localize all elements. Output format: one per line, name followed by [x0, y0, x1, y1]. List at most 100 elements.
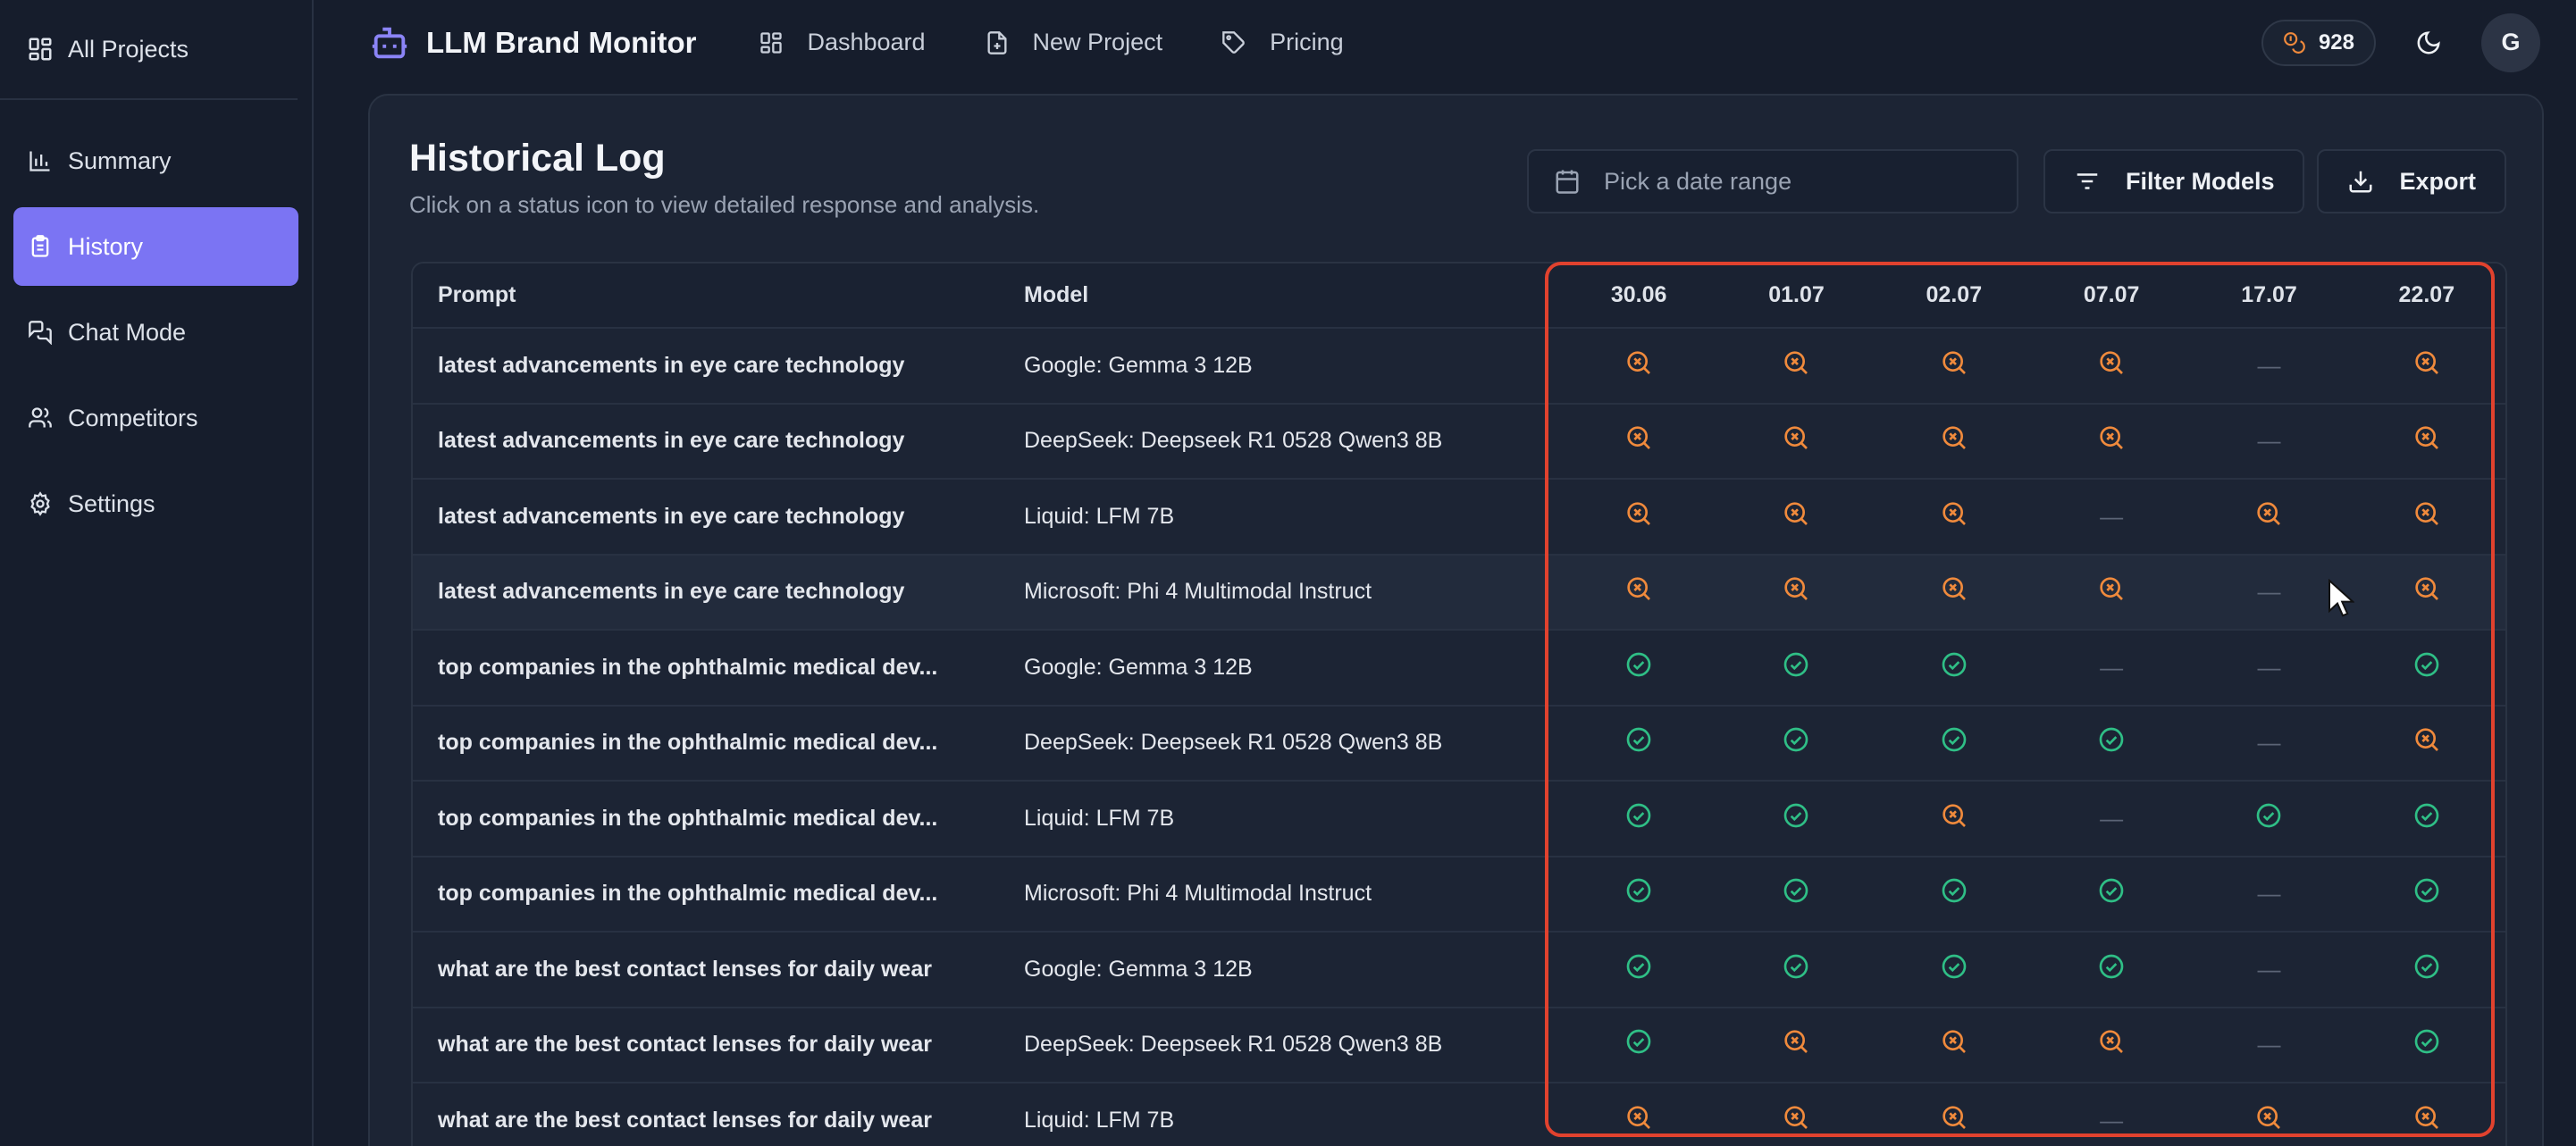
status-fail-icon[interactable]: [1782, 574, 1810, 603]
status-fail-icon[interactable]: [1624, 348, 1653, 377]
sidebar-item-summary[interactable]: Summary: [13, 121, 298, 200]
status-fail-icon[interactable]: [1782, 499, 1810, 528]
nav-dashboard[interactable]: Dashboard: [759, 29, 926, 56]
status-success-icon[interactable]: [2097, 876, 2126, 905]
status-success-icon[interactable]: [1782, 801, 1810, 830]
status-fail-icon[interactable]: [1624, 574, 1653, 603]
nav-new-project[interactable]: New Project: [985, 29, 1162, 56]
status-empty-dash: —: [2257, 653, 2281, 681]
status-success-icon[interactable]: [1940, 876, 1968, 905]
model-cell: DeepSeek: Deepseek R1 0528 Qwen3 8B: [1006, 403, 1560, 480]
status-success-icon[interactable]: [1782, 952, 1810, 981]
table-row: latest advancements in eye care technolo…: [413, 403, 2505, 480]
sidebar-item-chat-mode[interactable]: Chat Mode: [13, 293, 298, 372]
status-fail-icon[interactable]: [1940, 499, 1968, 528]
model-cell: Liquid: LFM 7B: [1006, 479, 1560, 556]
status-fail-icon[interactable]: [1940, 423, 1968, 452]
column-header-prompt[interactable]: Prompt: [413, 263, 1006, 329]
status-success-icon[interactable]: [2412, 876, 2441, 905]
status-fail-icon[interactable]: [1782, 1103, 1810, 1132]
robot-logo-icon: [369, 22, 410, 63]
grid-icon: [759, 30, 784, 55]
status-success-icon[interactable]: [1624, 725, 1653, 754]
nav-pricing-label: Pricing: [1270, 29, 1344, 55]
nav-pricing[interactable]: Pricing: [1221, 29, 1344, 56]
brand[interactable]: LLM Brand Monitor: [369, 22, 696, 63]
status-fail-icon[interactable]: [1940, 574, 1968, 603]
prompt-cell: what are the best contact lenses for dai…: [413, 1007, 1006, 1083]
prompt-cell: latest advancements in eye care technolo…: [413, 328, 1006, 405]
status-success-icon[interactable]: [2412, 650, 2441, 679]
status-success-icon[interactable]: [2097, 952, 2126, 981]
sidebar-item-history[interactable]: History: [13, 207, 298, 286]
header-right: 928 G: [2261, 0, 2576, 85]
status-fail-icon[interactable]: [1940, 1103, 1968, 1132]
model-cell: Liquid: LFM 7B: [1006, 781, 1560, 857]
status-success-icon[interactable]: [1940, 952, 1968, 981]
column-header-date: 17.07: [2190, 263, 2348, 329]
status-empty-dash: —: [2100, 804, 2124, 832]
status-fail-icon[interactable]: [2412, 423, 2441, 452]
status-empty-dash: —: [2257, 351, 2281, 379]
status-success-icon[interactable]: [1624, 650, 1653, 679]
status-fail-icon[interactable]: [1782, 423, 1810, 452]
page-subtitle: Click on a status icon to view detailed …: [409, 191, 1040, 218]
status-success-icon[interactable]: [2097, 725, 2126, 754]
status-success-icon[interactable]: [2412, 952, 2441, 981]
status-empty-dash: —: [2257, 955, 2281, 983]
status-success-icon[interactable]: [2412, 1027, 2441, 1056]
model-cell: DeepSeek: Deepseek R1 0528 Qwen3 8B: [1006, 1007, 1560, 1083]
credits-badge[interactable]: 928: [2261, 19, 2376, 66]
sidebar-item-label: Chat Mode: [68, 318, 187, 346]
export-button[interactable]: Export: [2317, 149, 2506, 213]
export-label: Export: [2399, 167, 2476, 195]
table-row: top companies in the ophthalmic medical …: [413, 705, 2505, 782]
coins-icon: [2283, 31, 2306, 54]
status-fail-icon[interactable]: [2412, 574, 2441, 603]
status-fail-icon[interactable]: [2254, 499, 2283, 528]
sidebar-item-competitors[interactable]: Competitors: [13, 379, 298, 457]
filter-models-button[interactable]: Filter Models: [2043, 149, 2305, 213]
status-fail-icon[interactable]: [2412, 725, 2441, 754]
filter-icon: [2074, 168, 2101, 195]
status-fail-icon[interactable]: [2097, 348, 2126, 377]
sidebar-item-label: Competitors: [68, 404, 198, 431]
status-fail-icon[interactable]: [1782, 348, 1810, 377]
status-success-icon[interactable]: [1940, 650, 1968, 679]
status-success-icon[interactable]: [1782, 650, 1810, 679]
status-fail-icon[interactable]: [2097, 574, 2126, 603]
history-table: Prompt Model 30.06 01.07 02.07 07.07 17.…: [411, 262, 2507, 1146]
status-success-icon[interactable]: [2254, 801, 2283, 830]
moon-icon[interactable]: [2415, 29, 2442, 56]
model-cell: Google: Gemma 3 12B: [1006, 932, 1560, 1008]
status-fail-icon[interactable]: [2412, 1103, 2441, 1132]
status-fail-icon[interactable]: [2097, 423, 2126, 452]
status-fail-icon[interactable]: [1624, 423, 1653, 452]
sidebar-item-settings[interactable]: Settings: [13, 464, 298, 543]
table-row: latest advancements in eye care technolo…: [413, 479, 2505, 556]
status-fail-icon[interactable]: [1782, 1027, 1810, 1056]
status-success-icon[interactable]: [1782, 725, 1810, 754]
status-fail-icon[interactable]: [2097, 1027, 2126, 1056]
status-success-icon[interactable]: [1624, 876, 1653, 905]
status-fail-icon[interactable]: [2412, 499, 2441, 528]
filter-models-label: Filter Models: [2125, 167, 2275, 195]
status-success-icon[interactable]: [1624, 1027, 1653, 1056]
status-success-icon[interactable]: [1624, 952, 1653, 981]
status-success-icon[interactable]: [2412, 801, 2441, 830]
table-row: top companies in the ophthalmic medical …: [413, 856, 2505, 933]
status-fail-icon[interactable]: [1940, 348, 1968, 377]
status-fail-icon[interactable]: [1940, 801, 1968, 830]
avatar[interactable]: G: [2481, 13, 2540, 72]
status-fail-icon[interactable]: [2412, 348, 2441, 377]
column-header-model[interactable]: Model: [1006, 263, 1560, 329]
status-fail-icon[interactable]: [2254, 1103, 2283, 1132]
date-range-picker[interactable]: Pick a date range: [1526, 149, 2018, 213]
all-projects-link[interactable]: All Projects: [0, 0, 298, 100]
status-success-icon[interactable]: [1624, 801, 1653, 830]
status-fail-icon[interactable]: [1624, 499, 1653, 528]
status-fail-icon[interactable]: [1940, 1027, 1968, 1056]
status-fail-icon[interactable]: [1624, 1103, 1653, 1132]
status-success-icon[interactable]: [1782, 876, 1810, 905]
status-success-icon[interactable]: [1940, 725, 1968, 754]
